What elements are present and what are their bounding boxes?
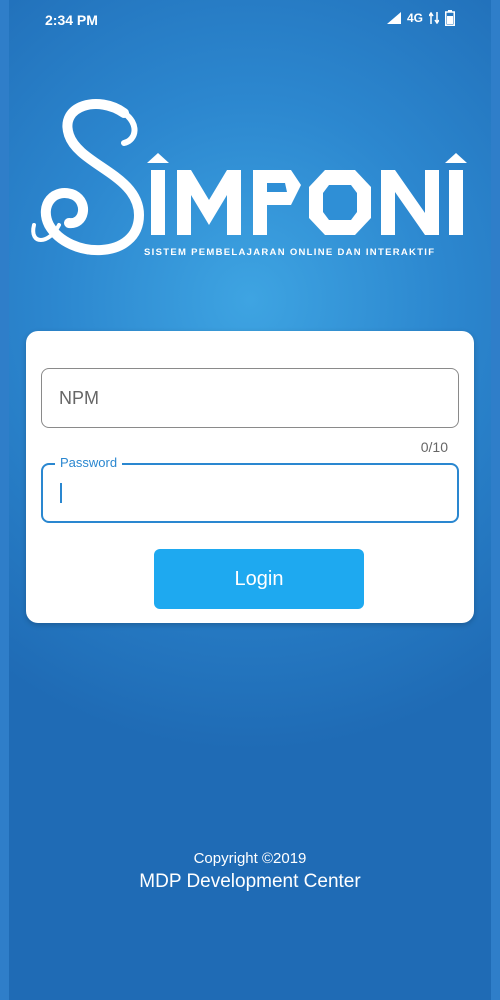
status-time: 2:34 PM: [45, 12, 98, 28]
npm-input[interactable]: [42, 369, 458, 427]
npm-char-counter: 0/10: [420, 439, 448, 455]
battery-icon: [445, 10, 455, 26]
network-type: 4G: [406, 11, 423, 25]
password-input[interactable]: [43, 465, 457, 521]
copyright-text: Copyright ©2019: [193, 850, 307, 867]
status-bar: 2:34 PM 4G: [9, 0, 491, 40]
signal-icon: [386, 12, 401, 24]
data-arrows-icon: [429, 12, 439, 24]
simponi-logo-wordmark: [31, 99, 467, 256]
organization-name: MDP Development Center: [139, 871, 361, 892]
npm-field[interactable]: [41, 368, 459, 428]
app-screen: 2:34 PM 4G SISTEM PEMBELAJARAN ONLINE DA…: [9, 0, 491, 1000]
login-card: 0/10 Password Login: [26, 331, 474, 623]
simponi-logo: [29, 95, 474, 270]
logo-tagline: SISTEM PEMBELAJARAN ONLINE DAN INTERAKTI…: [144, 247, 436, 258]
text-cursor: [60, 483, 62, 503]
password-field[interactable]: Password: [41, 455, 459, 523]
status-icons: 4G: [386, 10, 455, 26]
login-button[interactable]: Login: [154, 549, 364, 609]
